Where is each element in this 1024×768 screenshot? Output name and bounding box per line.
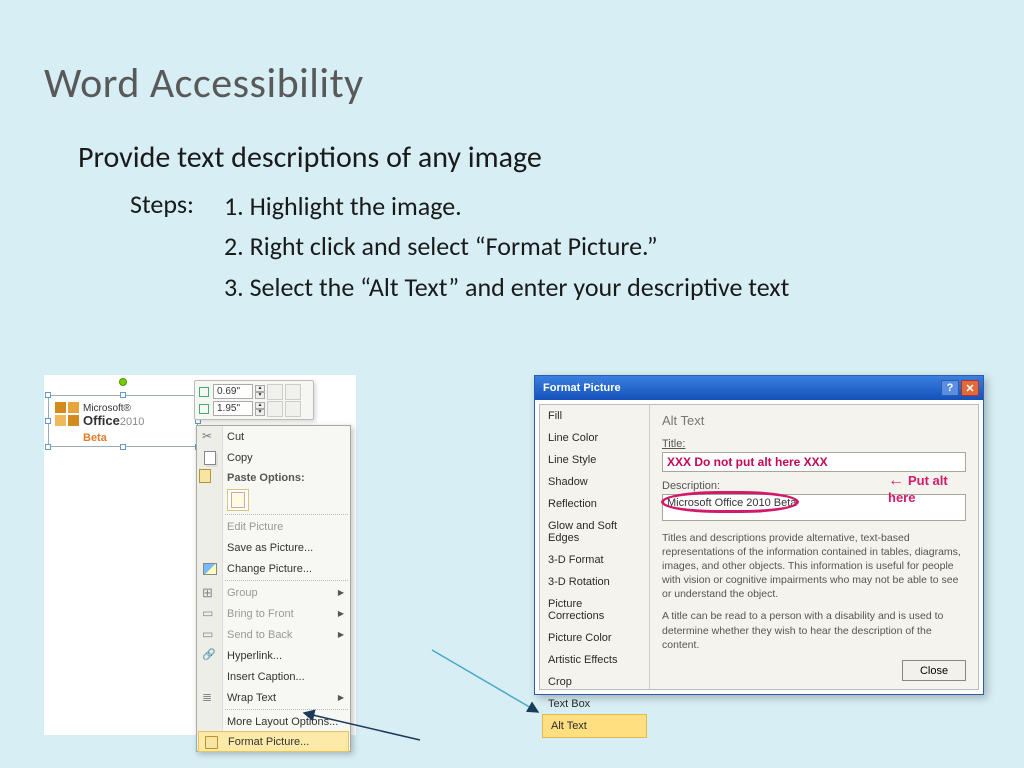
hyperlink-icon [202,648,217,663]
change-picture-icon [202,561,217,576]
ctx-paste-option[interactable] [197,487,350,513]
word-context-menu-screenshot: Microsoft® Office2010 Beta 0.69" ▲▼ 1.95… [44,375,356,735]
nav-glow[interactable]: Glow and Soft Edges [540,515,649,549]
copy-icon [202,450,217,465]
nav-alt-text[interactable]: Alt Text [542,714,647,738]
width-spinner[interactable]: ▲▼ [255,402,265,416]
height-spinner[interactable]: ▲▼ [255,385,265,399]
ctx-wrap-text[interactable]: Wrap Text▶ [197,687,350,708]
nav-reflection[interactable]: Reflection [540,493,649,515]
step-2: 2. Right click and select “Format Pictur… [224,228,789,264]
wrap-text-icon [202,690,217,705]
step-3: 3. Select the “Alt Text” and enter your … [224,269,789,305]
width-field[interactable]: 1.95" [213,401,253,416]
nav-artistic-effects[interactable]: Artistic Effects [540,649,649,671]
chevron-right-icon: ▶ [338,609,344,618]
ctx-format-picture[interactable]: Format Picture... [198,731,349,752]
steps-label: Steps: [78,188,194,309]
ctx-copy[interactable]: Copy [197,447,350,468]
group-icon [202,585,217,600]
ctx-send-back: Send to Back▶ [197,624,350,645]
nav-line-style[interactable]: Line Style [540,449,649,471]
ctx-paste-heading: Paste Options: [197,468,350,487]
nav-shadow[interactable]: Shadow [540,471,649,493]
dialog-close-button[interactable]: ✕ [961,380,979,396]
annotation-oval [661,491,799,513]
format-picture-icon [204,735,219,750]
ctx-save-as-picture[interactable]: Save as Picture... [197,537,350,558]
ctx-edit-picture: Edit Picture [197,516,350,537]
close-button[interactable]: Close [902,660,966,681]
dialog-title: Format Picture [543,382,621,394]
height-field[interactable]: 0.69" [213,384,253,399]
rotate-button[interactable] [285,401,301,417]
dialog-nav: Fill Line Color Line Style Shadow Reflec… [540,405,650,689]
rotate-handle[interactable] [119,378,127,386]
nav-3d-rotation[interactable]: 3-D Rotation [540,571,649,593]
selected-image[interactable]: Microsoft® Office2010 Beta [48,395,198,447]
ctx-cut[interactable]: Cut [197,426,350,447]
format-picture-dialog: Format Picture ? ✕ Fill Line Color Line … [534,375,984,695]
nav-picture-corrections[interactable]: Picture Corrections [540,593,649,627]
pane-heading: Alt Text [662,413,966,428]
chevron-right-icon: ▶ [338,630,344,639]
office-brand-text: Microsoft® Office2010 [83,404,144,428]
slide-title: Word Accessibility [0,0,1024,109]
annotation-put-alt-here: Put alt here [888,472,978,505]
body-text: Provide text descriptions of any image S… [0,109,1024,309]
title-input[interactable]: XXX Do not put alt here XXX [662,452,966,472]
dialog-titlebar[interactable]: Format Picture ? ✕ [535,376,983,400]
nav-text-box[interactable]: Text Box [540,693,649,715]
subtitle: Provide text descriptions of any image [78,139,1024,176]
context-menu: Cut Copy Paste Options: Edit Picture Sav… [196,425,351,752]
send-back-icon [202,627,217,642]
width-icon [197,402,211,416]
ctx-insert-caption[interactable]: Insert Caption... [197,666,350,687]
ctx-hyperlink[interactable]: Hyperlink... [197,645,350,666]
beta-label: Beta [83,432,107,444]
cut-icon [202,429,217,444]
crop-button[interactable] [267,384,283,400]
office-logo-icon [55,402,79,426]
nav-line-color[interactable]: Line Color [540,427,649,449]
step-1: 1. Highlight the image. [224,188,789,224]
paste-keep-source-icon [227,489,249,511]
dialog-help-button[interactable]: ? [941,380,959,396]
chevron-right-icon: ▶ [338,588,344,597]
ctx-group: Group▶ [197,582,350,603]
height-icon [197,385,211,399]
nav-picture-color[interactable]: Picture Color [540,627,649,649]
nav-fill[interactable]: Fill [540,405,649,427]
ctx-change-picture[interactable]: Change Picture... [197,558,350,579]
help-text-2: A title can be read to a person with a d… [662,609,966,652]
pos-button[interactable] [285,384,301,400]
nav-3d-format[interactable]: 3-D Format [540,549,649,571]
help-text-1: Titles and descriptions provide alternat… [662,531,966,602]
bring-front-icon [202,606,217,621]
picture-mini-toolbar: 0.69" ▲▼ 1.95" ▲▼ [194,380,314,420]
chevron-right-icon: ▶ [338,693,344,702]
title-label: Title: [662,438,966,450]
ctx-more-layout[interactable]: More Layout Options... [197,711,350,732]
ctx-bring-front: Bring to Front▶ [197,603,350,624]
wrap-button[interactable] [267,401,283,417]
nav-crop[interactable]: Crop [540,671,649,693]
alt-text-pane: Alt Text Title: XXX Do not put alt here … [650,405,978,689]
